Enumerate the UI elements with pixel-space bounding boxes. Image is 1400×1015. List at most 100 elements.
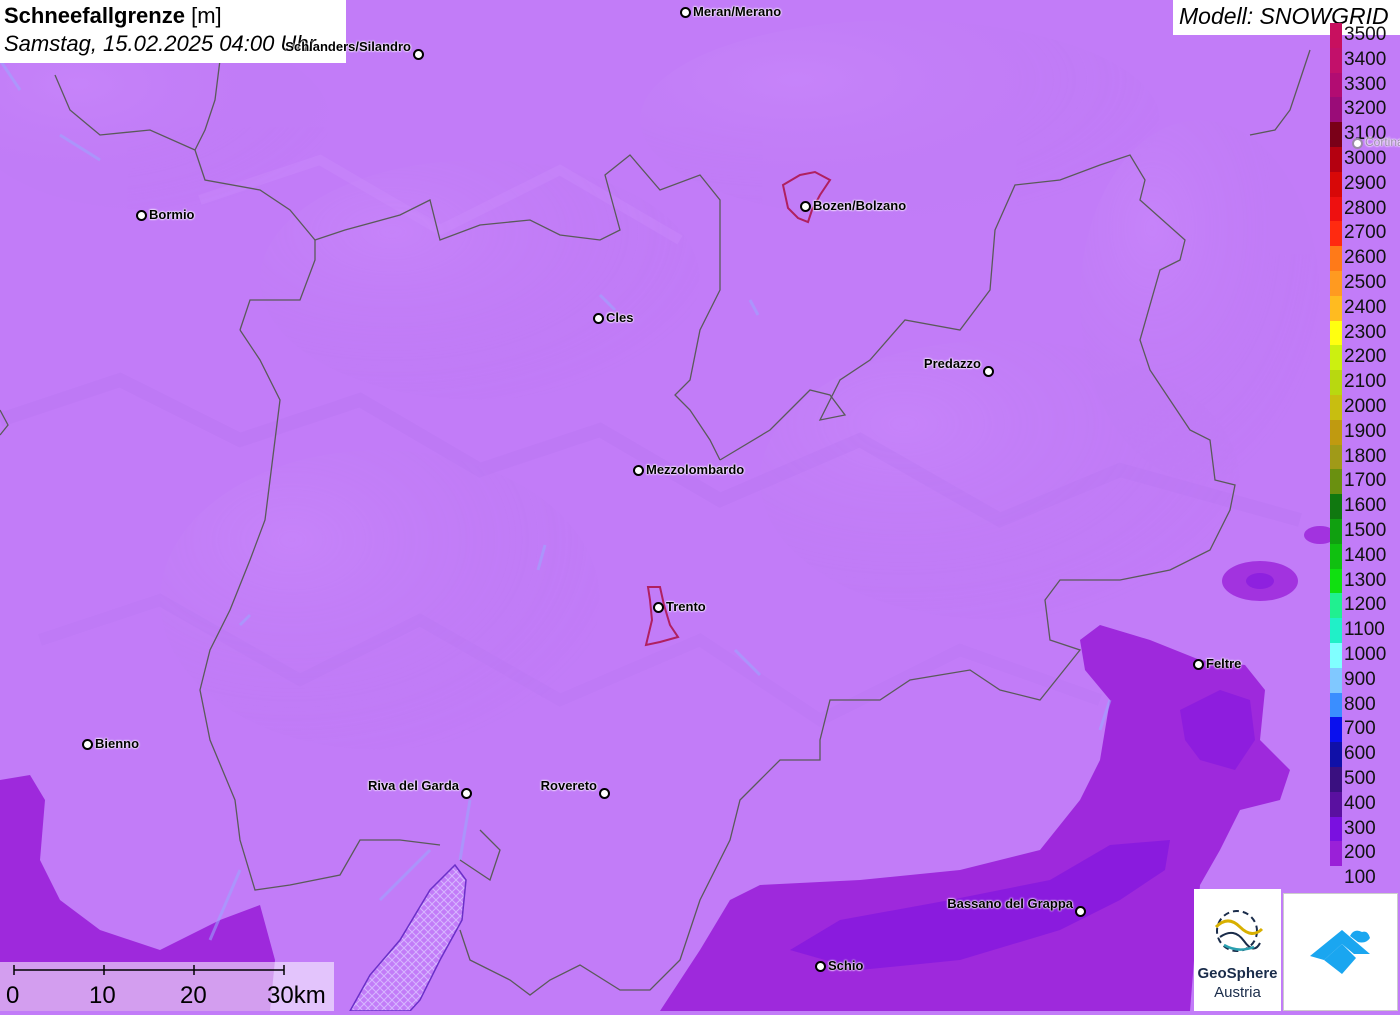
legend-entry: 2200 (1328, 345, 1400, 371)
legend-label: 2100 (1344, 371, 1387, 393)
place-label: Trento (666, 599, 706, 614)
legend-entry: 2600 (1328, 246, 1400, 271)
geosphere-austria-logo[interactable]: GeoSphere Austria (1194, 889, 1281, 1011)
place-label: Meran/Merano (693, 4, 782, 19)
snow-house-icon (1310, 930, 1370, 974)
legend-entry: 1200 (1328, 593, 1400, 619)
legend-label: 2600 (1344, 247, 1387, 269)
legend-swatch (1330, 72, 1342, 98)
legend-entry: 3200 (1328, 97, 1400, 123)
legend-label: 800 (1344, 693, 1376, 715)
snowline-patch-east-core (1246, 573, 1274, 589)
place-dot-icon (1074, 905, 1086, 917)
legend-entry: 3500 (1328, 23, 1400, 48)
legend-entry: 1400 (1328, 543, 1400, 569)
legend-entry: 2800 (1328, 196, 1400, 222)
legend-swatch (1330, 196, 1342, 222)
legend-entry: 2300 (1328, 320, 1400, 346)
legend-label: 3000 (1344, 148, 1387, 169)
legend-label: 1000 (1344, 644, 1387, 665)
legend-swatch (1330, 519, 1342, 544)
legend-entry: 2700 (1328, 221, 1400, 247)
place-label: Mezzolombardo (646, 462, 745, 477)
legend-label: 1900 (1344, 420, 1387, 442)
legend-entry: 300 (1328, 816, 1400, 842)
legend-label: 700 (1344, 718, 1376, 740)
place-dot-icon (598, 787, 610, 799)
place-dot-icon (632, 464, 644, 476)
place-dot-icon (1192, 658, 1204, 670)
place-label: Bormio (149, 207, 195, 222)
legend-entry: 500 (1328, 767, 1400, 792)
legend-swatch (1330, 469, 1342, 495)
legend-swatch (1330, 568, 1342, 594)
place-label: Rovereto (540, 778, 597, 793)
color-legend: 3500 3400 3300 3200 3100 3000 2900 2800 2700 2600… (1328, 23, 1400, 891)
legend-swatch (1330, 692, 1342, 718)
legend-swatch (1330, 543, 1342, 569)
place-dot-icon (135, 209, 147, 221)
map-title: Schneefallgrenze [m] (4, 2, 342, 30)
legend-entry: 1800 (1328, 444, 1400, 470)
legend-label: 2300 (1344, 321, 1387, 343)
place-dot-icon (81, 738, 93, 750)
scale-bar: 0 10 20 30km (0, 962, 334, 1011)
legend-swatch (1330, 47, 1342, 73)
legend-swatch (1330, 147, 1342, 172)
legend-label: 2000 (1344, 396, 1387, 417)
legend-entry: 100 (1328, 866, 1400, 891)
legend-label: 2800 (1344, 197, 1387, 219)
legend-swatch (1330, 767, 1342, 792)
scale-label-0: 0 (6, 982, 20, 1009)
legend-swatch (1330, 271, 1342, 296)
legend-swatch (1330, 841, 1342, 867)
place-label: Schlanders/Silandro (285, 39, 411, 54)
legend-entry: 900 (1328, 667, 1400, 693)
legend-swatch (1330, 370, 1342, 395)
legend-entry: 600 (1328, 742, 1400, 767)
legend-label: 400 (1344, 792, 1376, 814)
geosphere-logo-text: GeoSphere (1197, 965, 1278, 982)
place-dot-icon (799, 200, 811, 212)
place-dot-icon (679, 6, 691, 18)
place-label: Cortina (1365, 135, 1400, 149)
legend-entry: 1500 (1328, 519, 1400, 544)
legend-entry: 1300 (1328, 568, 1400, 594)
snowline-map[interactable] (0, 0, 1400, 1011)
legend-label: 3200 (1344, 98, 1387, 120)
place-dot-icon (1351, 137, 1363, 149)
legend-swatch (1330, 444, 1342, 470)
legend-swatch (1330, 791, 1342, 817)
legend-entry: 1100 (1328, 618, 1400, 643)
place-dot-icon (652, 601, 664, 613)
place-label: Predazzo (923, 356, 981, 371)
place-label: Riva del Garda (367, 778, 459, 793)
austria-logo-text: Austria (1214, 984, 1261, 1001)
legend-swatch (1330, 295, 1342, 321)
place-label: Bozen/Bolzano (813, 198, 907, 213)
scale-label-20: 20 (180, 982, 207, 1009)
place-label: Schio (828, 958, 864, 973)
legend-label: 1700 (1344, 470, 1387, 492)
app-logo[interactable] (1283, 893, 1398, 1011)
place-label: Cles (606, 310, 634, 325)
legend-label: 1300 (1344, 569, 1387, 591)
legend-entry: 800 (1328, 692, 1400, 718)
legend-label: 900 (1344, 668, 1376, 690)
legend-label: 3500 (1344, 24, 1387, 45)
legend-entry: 3000 (1328, 147, 1400, 172)
place-label: Bassano del Grappa (947, 896, 1073, 911)
legend-swatch (1330, 742, 1342, 767)
legend-entry: 2900 (1328, 171, 1400, 197)
place-dot-icon (814, 960, 826, 972)
legend-entry: 2100 (1328, 370, 1400, 395)
legend-label: 2400 (1344, 296, 1387, 318)
legend-label: 2500 (1344, 272, 1387, 293)
place-label: Bienno (95, 736, 140, 751)
legend-swatch (1330, 395, 1342, 420)
legend-entry: 200 (1328, 841, 1400, 867)
legend-label: 1400 (1344, 544, 1387, 566)
legend-entry: 3400 (1328, 47, 1400, 73)
legend-swatch (1330, 23, 1342, 48)
legend-label: 100 (1344, 867, 1376, 889)
